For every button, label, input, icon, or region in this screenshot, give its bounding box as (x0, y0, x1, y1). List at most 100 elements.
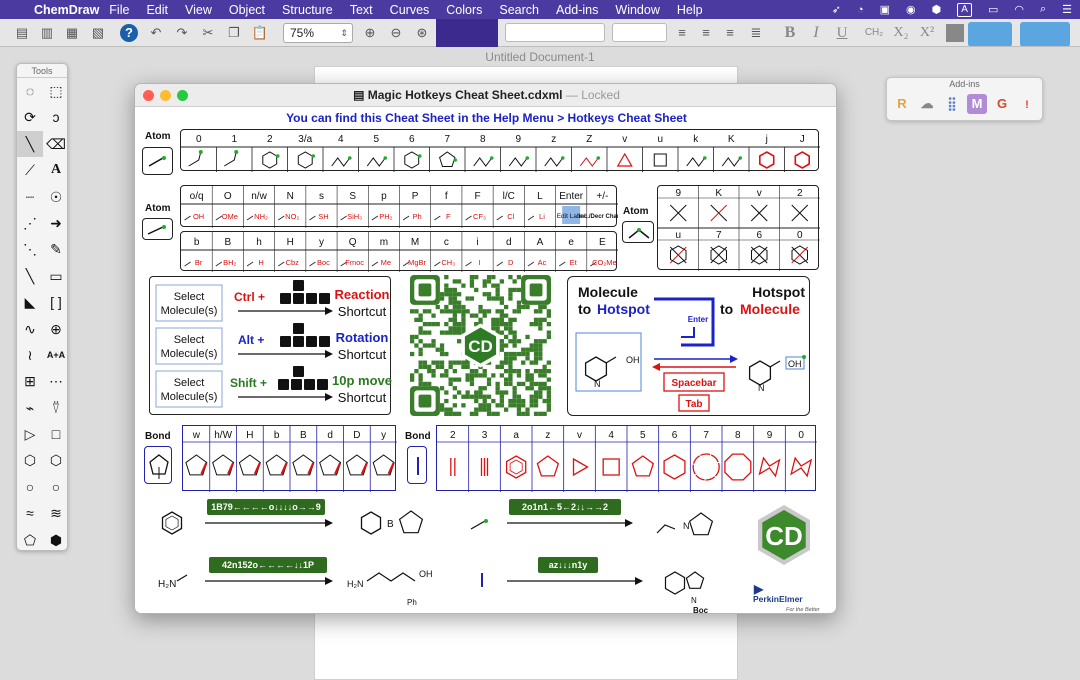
underline-button[interactable]: U (832, 23, 852, 43)
line-icon[interactable]: ╲ (17, 263, 43, 289)
stamp-icon[interactable]: ⍢ (43, 395, 69, 421)
dative-bond-icon[interactable]: ⋱ (17, 236, 43, 262)
m-addin-icon[interactable]: M (967, 94, 987, 114)
folder-icon[interactable] (968, 22, 1012, 46)
table-icon[interactable]: ⊞ (17, 368, 43, 394)
cyclohexane-icon[interactable]: ≋ (43, 500, 69, 526)
redo-icon[interactable]: ↷ (172, 23, 192, 43)
square-icon[interactable]: □ (43, 421, 69, 447)
succinimide-n: N (683, 521, 690, 531)
text-tool-icon[interactable]: A (43, 157, 69, 183)
query-icon[interactable]: ⌁ (17, 395, 43, 421)
sync-status-icon[interactable]: ◔ (857, 4, 864, 16)
wavy-bond-icon[interactable]: ∿ (17, 316, 43, 342)
window-titlebar[interactable]: ▤ Magic Hotkeys Cheat Sheet.cdxml — Lock… (135, 84, 836, 107)
chain-icon[interactable]: ☉ (43, 184, 69, 210)
zoom-in-icon[interactable]: ⊕ (360, 23, 380, 43)
rectangle-icon[interactable]: ▭ (43, 263, 69, 289)
dashed-bond-icon[interactable]: ┈ (17, 184, 43, 210)
keyboard-input-indicator[interactable]: A (957, 2, 972, 17)
atom-icon-1 (142, 147, 173, 175)
text-format-icon[interactable]: A+A (43, 342, 69, 368)
bond-icon[interactable]: ╲ (17, 130, 43, 158)
print-icon[interactable]: ▧ (88, 23, 108, 43)
menu-structure[interactable]: Structure (282, 3, 333, 17)
circle-icon[interactable]: ○ (17, 474, 43, 500)
zoom-out-icon[interactable]: ⊖ (386, 23, 406, 43)
qr-code[interactable]: CD (410, 275, 551, 416)
fit-icon[interactable]: ⊛ (412, 23, 432, 43)
eraser-icon[interactable]: ⌫ (43, 131, 69, 157)
qr-module (525, 407, 530, 412)
menu-curves[interactable]: Curves (390, 3, 430, 17)
menu-help[interactable]: Help (677, 3, 703, 17)
menu-window[interactable]: Window (615, 3, 659, 17)
paste-icon[interactable]: 📋 (250, 23, 270, 43)
menu-edit[interactable]: Edit (146, 3, 168, 17)
new-document-icon[interactable]: ▤ (12, 23, 32, 43)
hexagon-alt-icon[interactable]: ⬡ (43, 447, 69, 473)
control-center-icon[interactable]: ☰ (1062, 3, 1072, 16)
rotate-icon[interactable]: ⟳ (17, 104, 43, 130)
menu-text[interactable]: Text (350, 3, 373, 17)
menu-colors[interactable]: Colors (446, 3, 482, 17)
wifi-icon[interactable]: ◠ (1014, 3, 1024, 16)
save-icon[interactable]: ▦ (62, 23, 82, 43)
reaxys-addin-icon[interactable]: R (892, 94, 912, 114)
play-icon[interactable]: ▷ (17, 421, 43, 447)
formula-button[interactable]: CH₂ (862, 23, 886, 43)
bold-bond-icon[interactable]: ◣ (17, 289, 43, 315)
cyclopentane-icon[interactable]: ≈ (17, 500, 43, 526)
menu-object[interactable]: Object (229, 3, 265, 17)
folder-icon-2[interactable] (1020, 22, 1070, 46)
align-center-icon[interactable]: ≡ (696, 23, 716, 43)
help-icon[interactable]: ? (120, 24, 138, 42)
gamepad-status-icon[interactable]: ◉ (906, 3, 916, 16)
pen-icon[interactable]: ✎ (43, 236, 69, 262)
menu-file[interactable]: File (109, 3, 129, 17)
color-swatch[interactable] (946, 24, 964, 42)
menu-search[interactable]: Search (499, 3, 539, 17)
spotlight-search-icon[interactable]: ⌕ (1040, 3, 1046, 16)
bracket-icon[interactable]: [ ] (43, 289, 69, 315)
pen-bond-icon[interactable]: ↄ (43, 104, 69, 130)
database-addin-icon[interactable]: ☁ (917, 94, 937, 114)
pentagon-icon[interactable]: ⬠ (17, 527, 43, 553)
atom-key-label: O (224, 191, 232, 202)
font-select[interactable] (505, 23, 605, 42)
menu-view[interactable]: View (185, 3, 212, 17)
battery-icon[interactable]: ▭ (988, 3, 998, 16)
hash-wedge-icon[interactable]: ⋰ (17, 210, 43, 236)
align-right-icon[interactable]: ≡ (720, 23, 740, 43)
font-size-select[interactable] (612, 23, 667, 42)
hexagon-icon[interactable]: ⬡ (17, 447, 43, 473)
menu-addins[interactable]: Add-ins (556, 3, 598, 17)
app-menu[interactable]: ChemDraw (34, 3, 99, 17)
wedge-icon[interactable]: ⟋ (17, 157, 43, 183)
circle-alt-icon[interactable]: ○ (43, 474, 69, 500)
marquee-icon[interactable]: ⬚ (43, 78, 69, 104)
google-addin-icon[interactable]: G (992, 94, 1012, 114)
signals-addin-icon[interactable]: ⣿ (942, 94, 962, 114)
cyclohexane-chair-icon[interactable]: ⬢ (43, 527, 69, 553)
align-left-icon[interactable]: ≡ (672, 23, 692, 43)
chain-tool-icon[interactable]: ≀ (17, 342, 43, 368)
copy-icon[interactable]: ❐ (224, 23, 244, 43)
lasso-icon[interactable]: ◌ (17, 78, 43, 104)
italic-button[interactable]: I (806, 23, 826, 43)
justify-icon[interactable]: ≣ (746, 23, 766, 43)
zoom-select[interactable]: 75% ⇕ (283, 23, 353, 43)
undo-icon[interactable]: ↶ (146, 23, 166, 43)
subscript-button[interactable]: X₂ (890, 23, 912, 43)
arrow-icon[interactable]: ➜ (43, 210, 69, 236)
superscript-button[interactable]: X² (916, 23, 938, 43)
bold-button[interactable]: B (780, 23, 800, 43)
cut-icon[interactable]: ✂ (198, 23, 218, 43)
symbol-icon[interactable]: ⋯ (43, 368, 69, 394)
open-folder-icon[interactable]: ▥ (37, 23, 57, 43)
display-status-icon[interactable]: ▣ (880, 3, 890, 16)
shield-status-icon[interactable]: ⬢ (932, 3, 942, 16)
orbital-icon[interactable]: ⊕ (43, 316, 69, 342)
bird-status-icon[interactable]: ➶ (832, 3, 841, 16)
warning-addin-icon[interactable]: ! (1017, 95, 1037, 115)
